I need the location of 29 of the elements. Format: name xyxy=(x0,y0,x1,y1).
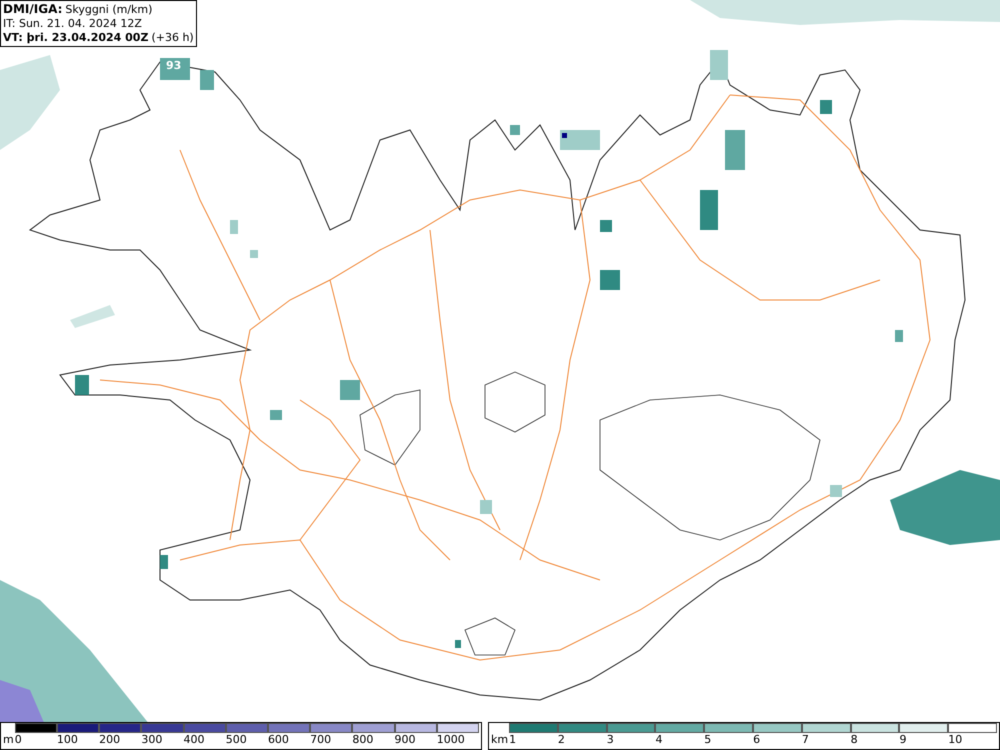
legend-label: 800 xyxy=(352,733,374,747)
legend-label: 700 xyxy=(310,733,332,747)
parameter-label: Skyggni (m/km) xyxy=(65,3,152,17)
legend-label: 300 xyxy=(141,733,164,747)
issue-time: IT: Sun. 21. 04. 2024 12Z xyxy=(3,17,143,31)
legend-label: 100 xyxy=(56,733,79,747)
valid-time: VT: þri. 23.04.2024 00Z xyxy=(3,31,148,45)
legend-label: 900 xyxy=(394,733,417,747)
legend-unit: km xyxy=(490,733,510,747)
legend-label: 1 xyxy=(509,733,518,747)
legend-label: 6 xyxy=(753,733,762,747)
legend-label: 8 xyxy=(850,733,859,747)
legend-label: 3 xyxy=(606,733,615,747)
legend-label: 10 xyxy=(948,733,964,747)
legend-label: 200 xyxy=(99,733,122,747)
legend-label: 9 xyxy=(899,733,908,747)
legend-label: 4 xyxy=(655,733,664,747)
legend-unit: m xyxy=(2,733,15,747)
forecast-offset: (+36 h) xyxy=(151,31,194,45)
source-title: DMI/IGA: xyxy=(3,2,62,16)
legend-label: 2 xyxy=(558,733,566,747)
legend-label: 1000 xyxy=(436,733,466,747)
legend-label: 600 xyxy=(268,733,290,747)
map-label: 93 xyxy=(166,58,182,74)
legend-label: 400 xyxy=(184,733,206,747)
legend-label: 0 xyxy=(14,733,23,747)
legend-label: 500 xyxy=(226,733,248,747)
legend-label: 5 xyxy=(704,733,712,747)
legend-label: 7 xyxy=(802,733,810,747)
